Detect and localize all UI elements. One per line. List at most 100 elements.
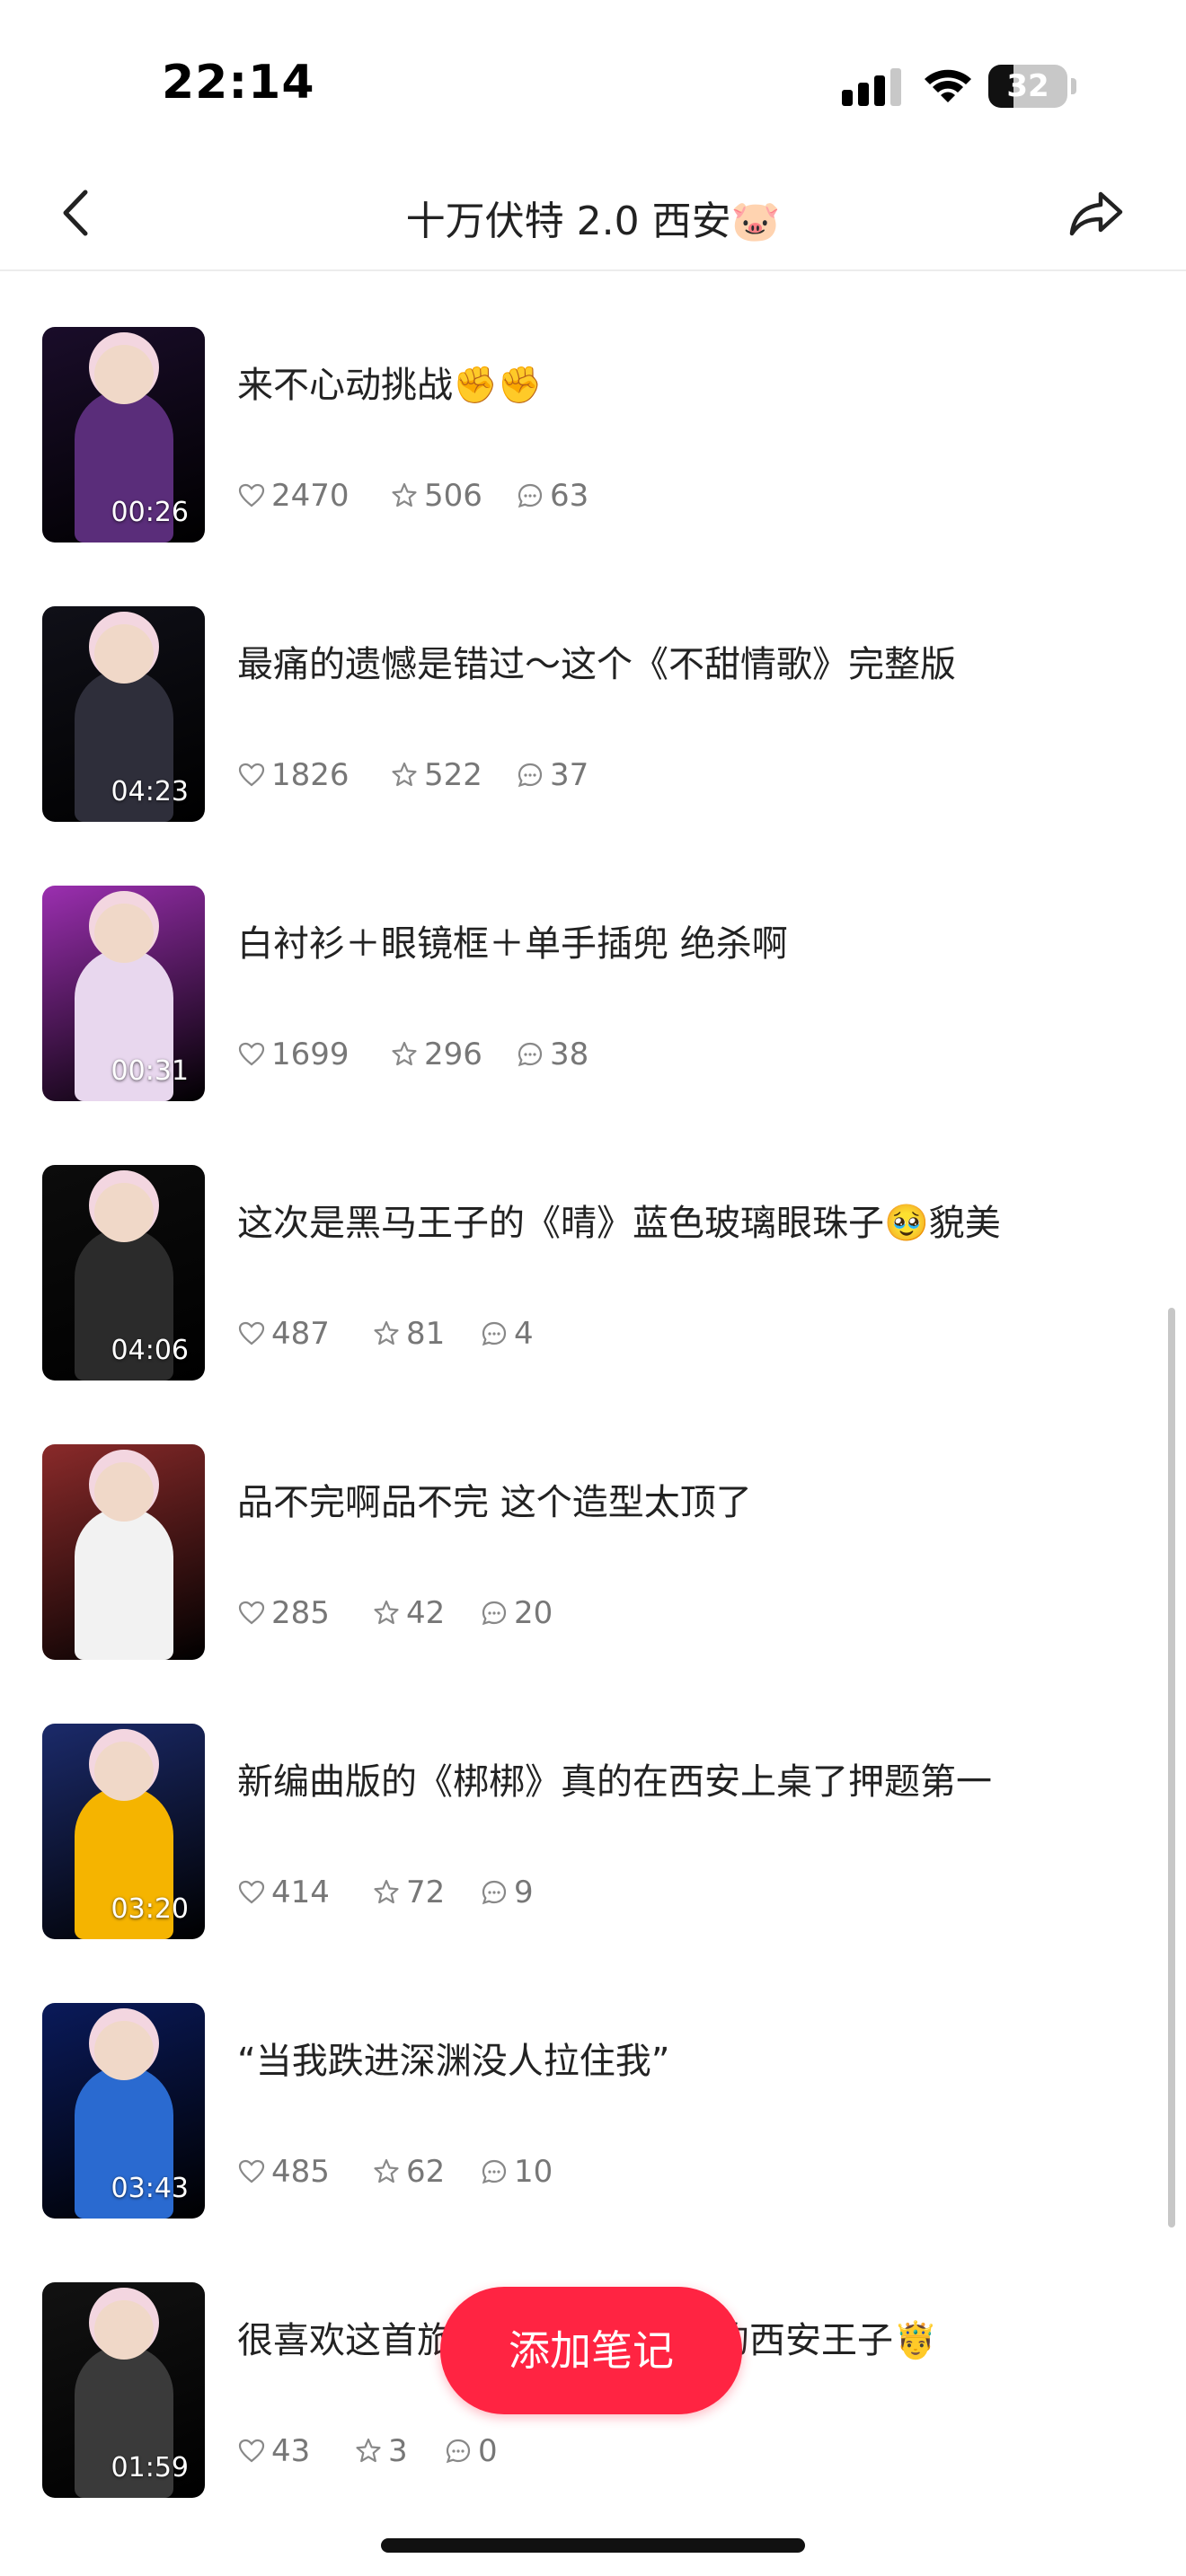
comment-icon (516, 761, 550, 790)
note-title[interactable]: 最痛的遗憾是错过～这个《不甜情歌》完整版 (237, 635, 956, 687)
comment-icon (480, 1599, 514, 1628)
list-item[interactable]: 04:23 最痛的遗憾是错过～这个《不甜情歌》完整版 1826 522 37 (0, 549, 1186, 828)
star-icon (372, 1319, 406, 1348)
like-stat[interactable]: 1699 (237, 1037, 350, 1072)
like-stat-count: 2470 (271, 478, 350, 514)
like-stat-count: 414 (271, 1875, 330, 1910)
like-stat[interactable]: 43 (237, 2433, 310, 2469)
like-stat-count: 1826 (271, 757, 350, 793)
share-arrow-icon[interactable] (1065, 181, 1129, 246)
comment-stat[interactable]: 10 (480, 2154, 553, 2190)
comment-stat[interactable]: 4 (480, 1316, 534, 1352)
add-note-button[interactable]: 添加笔记 (440, 2287, 742, 2414)
star-icon (354, 2437, 388, 2466)
star-icon (390, 761, 424, 790)
star-stat[interactable]: 72 (372, 1875, 445, 1910)
like-stat-count: 485 (271, 2154, 330, 2190)
comment-stat[interactable]: 38 (516, 1037, 589, 1072)
list-item[interactable]: 00:26 来不心动挑战✊✊ 2470 506 63 (0, 269, 1186, 549)
comment-stat[interactable]: 9 (480, 1875, 534, 1910)
star-stat[interactable]: 62 (372, 2154, 445, 2190)
like-stat[interactable]: 285 (237, 1595, 330, 1631)
star-stat-count: 3 (388, 2433, 408, 2469)
like-stat[interactable]: 487 (237, 1316, 330, 1352)
star-stat[interactable]: 296 (390, 1037, 482, 1072)
heart-icon (237, 1599, 271, 1628)
star-icon (372, 1599, 406, 1628)
video-duration: 00:31 (111, 1055, 189, 1087)
heart-icon (237, 2437, 271, 2466)
video-thumbnail[interactable] (42, 1444, 205, 1660)
comment-stat[interactable]: 0 (444, 2433, 498, 2469)
note-title-text: 品不完啊品不完 这个造型太顶了 (237, 1482, 752, 1523)
performer-head (93, 904, 154, 963)
performer-head (93, 2300, 154, 2360)
heart-icon (237, 2157, 271, 2186)
video-duration: 03:43 (111, 2173, 189, 2204)
video-duration: 01:59 (111, 2452, 189, 2483)
note-title[interactable]: “当我跌进深渊没人拉住我” (237, 2032, 669, 2084)
note-title[interactable]: 新编曲版的《梆梆》真的在西安上桌了押题第一 (237, 1752, 992, 1804)
comment-stat-count: 4 (514, 1316, 534, 1352)
list-item[interactable]: 03:43 “当我跌进深渊没人拉住我” 485 62 10 (0, 1945, 1186, 2225)
like-stat[interactable]: 414 (237, 1875, 330, 1910)
video-duration: 03:20 (111, 1893, 189, 1925)
note-title[interactable]: 来不心动挑战✊✊ (237, 356, 543, 408)
like-stat[interactable]: 1826 (237, 757, 350, 793)
star-stat[interactable]: 3 (354, 2433, 408, 2469)
video-thumbnail[interactable]: 04:06 (42, 1165, 205, 1381)
note-title[interactable]: 白衬衫＋眼镜框＋单手插兜 绝杀啊 (237, 914, 788, 966)
video-thumbnail[interactable]: 03:20 (42, 1724, 205, 1939)
comment-icon (480, 1878, 514, 1907)
video-duration: 04:06 (111, 1335, 189, 1366)
star-stat-count: 81 (406, 1316, 446, 1352)
star-stat[interactable]: 42 (372, 1595, 445, 1631)
comment-stat-count: 38 (550, 1037, 589, 1072)
comment-icon (444, 2437, 478, 2466)
list-item[interactable]: 03:20 新编曲版的《梆梆》真的在西安上桌了押题第一 414 72 9 (0, 1666, 1186, 1945)
video-thumbnail[interactable]: 01:59 (42, 2282, 205, 2498)
scrollbar[interactable] (1168, 1308, 1175, 2228)
video-thumbnail[interactable]: 00:31 (42, 886, 205, 1101)
video-thumbnail[interactable]: 03:43 (42, 2003, 205, 2219)
video-thumbnail[interactable]: 04:23 (42, 606, 205, 822)
video-duration: 00:26 (111, 497, 189, 528)
comment-icon (516, 1040, 550, 1069)
performer-head (93, 624, 154, 684)
wifi-icon (925, 69, 971, 102)
comment-stat[interactable]: 37 (516, 757, 589, 793)
list-item[interactable]: 00:31 白衬衫＋眼镜框＋单手插兜 绝杀啊 1699 296 38 (0, 828, 1186, 1107)
performer-head (93, 1183, 154, 1242)
list-item[interactable]: 04:06 这次是黑马王子的《晴》蓝色玻璃眼珠子🥹貌美 487 81 4 (0, 1107, 1186, 1387)
comment-stat[interactable]: 63 (516, 478, 589, 514)
note-title[interactable]: 这次是黑马王子的《晴》蓝色玻璃眼珠子🥹貌美 (237, 1194, 1001, 1246)
comment-icon (516, 481, 550, 510)
star-icon (390, 481, 424, 510)
performer-image (74, 1507, 173, 1660)
list-item[interactable]: 品不完啊品不完 这个造型太顶了 285 42 20 (0, 1387, 1186, 1666)
note-title-tail: 的西安王子🤴 (713, 2320, 938, 2361)
like-stat-count: 285 (271, 1595, 330, 1631)
status-time: 22:14 (162, 56, 315, 110)
comment-icon (480, 2157, 514, 2186)
comment-stat-count: 0 (478, 2433, 498, 2469)
heart-icon (237, 1040, 271, 1069)
battery-level: 32 (1006, 68, 1049, 104)
note-title-text: “当我跌进深渊没人拉住我” (237, 2041, 670, 2082)
like-stat[interactable]: 2470 (237, 478, 350, 514)
performer-head (93, 345, 154, 404)
note-title-text: 最痛的遗憾是错过～这个《不甜情歌》完整版 (237, 644, 956, 685)
video-thumbnail[interactable]: 00:26 (42, 327, 205, 543)
star-stat[interactable]: 81 (372, 1316, 445, 1352)
star-stat-count: 72 (406, 1875, 446, 1910)
comment-icon (480, 1319, 514, 1348)
cellular-signal-icon (842, 68, 901, 106)
note-title[interactable]: 品不完啊品不完 这个造型太顶了 (237, 1473, 752, 1525)
star-icon (372, 2157, 406, 2186)
star-stat[interactable]: 522 (390, 757, 482, 793)
like-stat[interactable]: 485 (237, 2154, 330, 2190)
home-indicator[interactable] (381, 2538, 805, 2553)
star-stat[interactable]: 506 (390, 478, 482, 514)
comment-stat[interactable]: 20 (480, 1595, 553, 1631)
heart-icon (237, 1319, 271, 1348)
